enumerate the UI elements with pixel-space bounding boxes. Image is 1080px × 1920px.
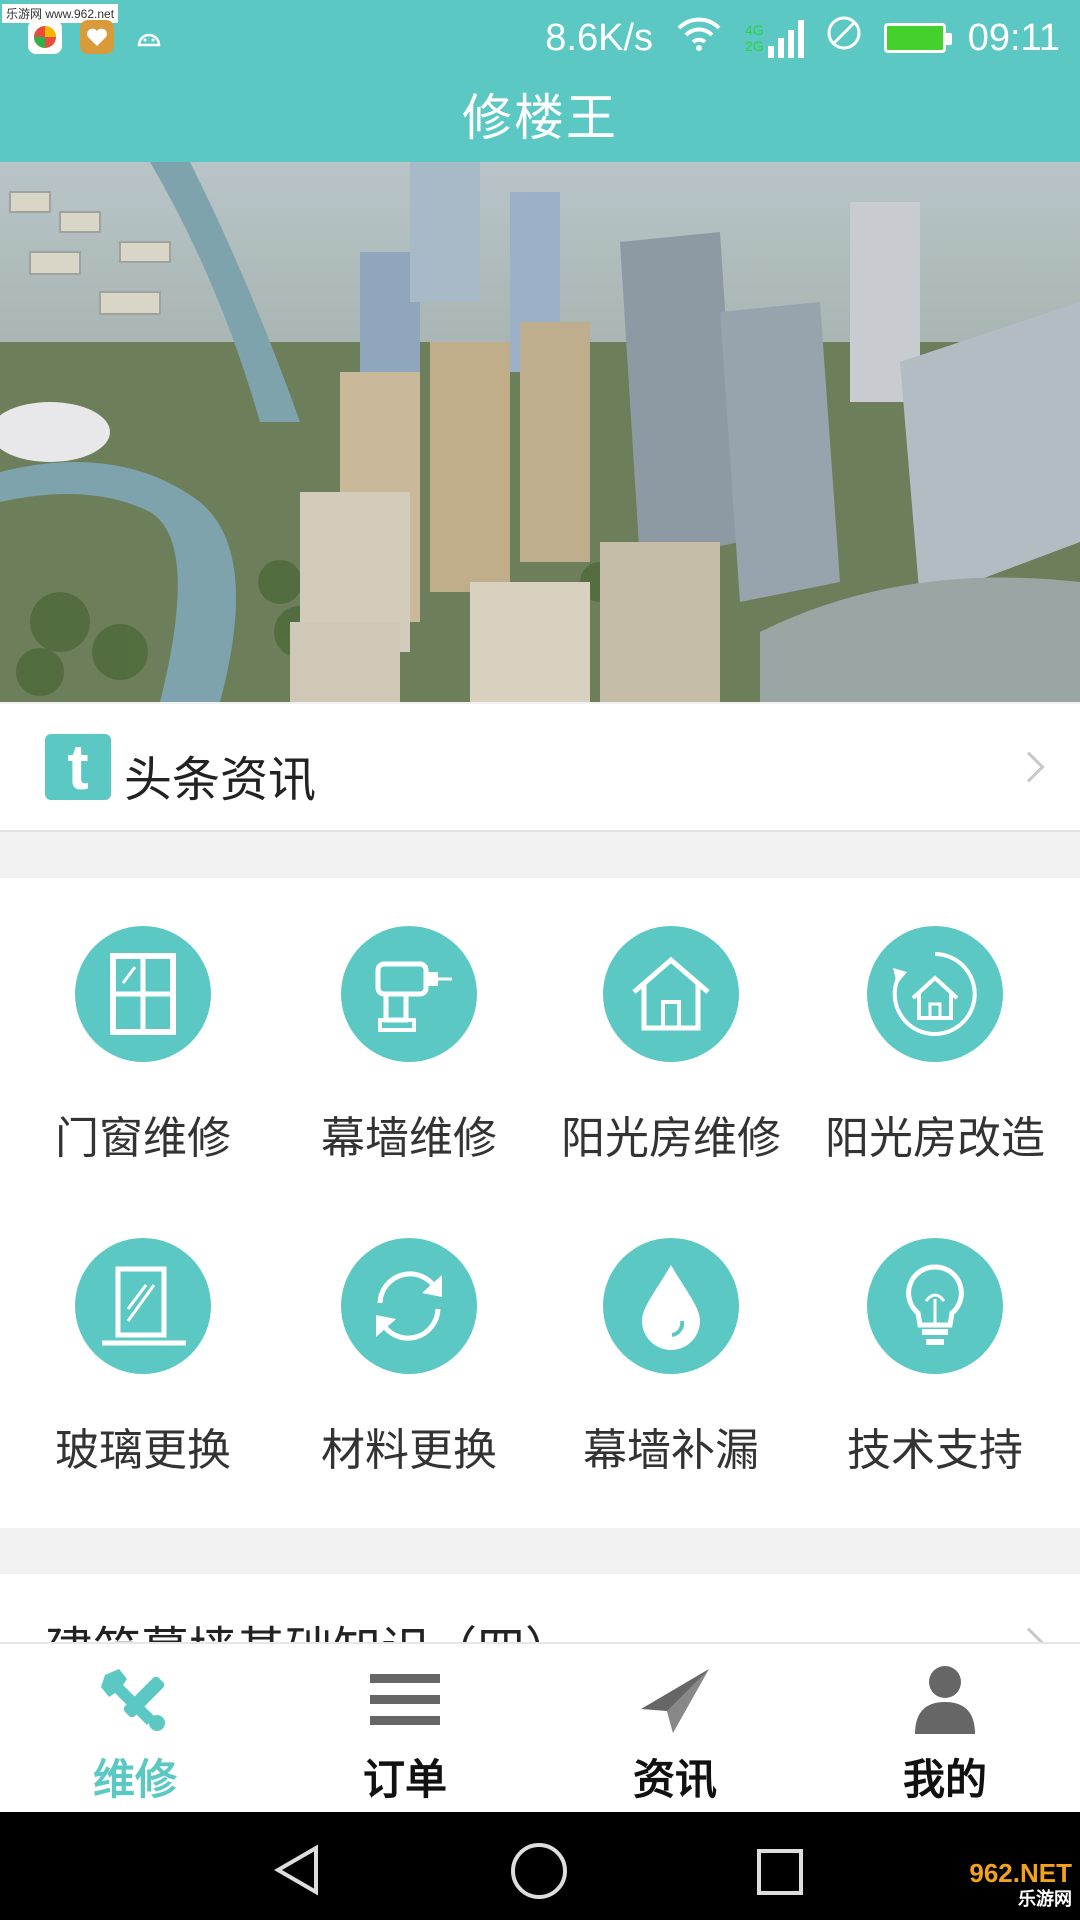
service-material-replacement[interactable]: 材料更换: [274, 1238, 544, 1478]
service-label: 玻璃更换: [55, 1425, 231, 1476]
bottom-navigation: 维修 订单 资讯 我的: [0, 1642, 1080, 1812]
service-label: 技术支持: [847, 1425, 1023, 1476]
banner-image[interactable]: [0, 162, 1080, 702]
refresh-icon: [341, 1238, 477, 1374]
service-grid: 门窗维修 幕墙维修 阳光房维修 阳光房改造 玻璃更换 材料更换 幕墙补漏 技术支…: [0, 878, 1080, 1528]
do-not-disturb-icon: [826, 15, 862, 61]
back-button[interactable]: [272, 1844, 322, 1900]
home-button[interactable]: [510, 1842, 568, 1904]
tab-profile[interactable]: 我的: [810, 1660, 1080, 1807]
drill-icon: [341, 926, 477, 1062]
recent-apps-button[interactable]: [756, 1848, 804, 1900]
headline-label: 头条资讯: [124, 752, 317, 808]
service-glass-replacement[interactable]: 玻璃更换: [8, 1238, 278, 1478]
article-title: 建筑幕墙基础知识（四）: [45, 1610, 573, 1644]
house-icon: [603, 926, 739, 1062]
service-curtain-wall-repair[interactable]: 幕墙维修: [274, 926, 544, 1166]
service-window-repair[interactable]: 门窗维修: [8, 926, 278, 1166]
service-label: 阳光房维修: [561, 1113, 781, 1164]
water-drop-icon: [603, 1238, 739, 1374]
tab-label: 维修: [92, 1755, 177, 1804]
tab-label: 我的: [902, 1755, 987, 1804]
tab-label: 订单: [362, 1755, 447, 1804]
battery-charging-icon: [883, 23, 952, 53]
service-label: 材料更换: [321, 1425, 497, 1476]
house-refresh-icon: [867, 926, 1003, 1062]
app-notification-icon: [28, 20, 62, 54]
service-tech-support[interactable]: 技术支持: [800, 1238, 1070, 1478]
service-label: 幕墙补漏: [583, 1425, 759, 1476]
watermark-logo: 962.NET 乐游网: [969, 1858, 1072, 1909]
tab-repair[interactable]: 维修: [0, 1660, 270, 1807]
top-bar: 乐游网 www.962.net 8.6K/s 4G 2G 09:11 修楼王: [0, 0, 1080, 162]
network-speed: 8.6K/s: [545, 16, 654, 59]
tab-news[interactable]: 资讯: [540, 1660, 810, 1807]
glass-pane-icon: [75, 1238, 211, 1374]
article-row[interactable]: 建筑幕墙基础知识（四）: [0, 1574, 1080, 1644]
tab-orders[interactable]: 订单: [270, 1660, 540, 1807]
status-indicators: 8.6K/s 4G 2G 09:11: [545, 14, 1060, 62]
page-title: 修楼王: [462, 89, 618, 147]
system-navigation-bar: 962.NET 乐游网: [0, 1812, 1080, 1920]
headline-news-row[interactable]: t 头条资讯: [0, 704, 1080, 832]
list-icon: [270, 1660, 540, 1740]
status-notifications: [28, 20, 166, 54]
wrench-icon: [0, 1660, 270, 1740]
window-icon: [75, 926, 211, 1062]
wifi-icon: [675, 14, 723, 62]
android-icon: [132, 20, 166, 54]
headline-logo-icon: t: [45, 734, 111, 800]
paper-plane-icon: [540, 1660, 810, 1740]
person-icon: [810, 1660, 1080, 1740]
tab-label: 资讯: [632, 1755, 717, 1804]
service-label: 门窗维修: [55, 1113, 231, 1164]
health-app-icon: [80, 20, 114, 54]
service-label: 阳光房改造: [825, 1113, 1045, 1164]
chevron-right-icon: [1013, 751, 1045, 783]
service-sunroom-renovation[interactable]: 阳光房改造: [800, 926, 1070, 1166]
service-sunroom-repair[interactable]: 阳光房维修: [536, 926, 806, 1166]
lightbulb-icon: [867, 1238, 1003, 1374]
clock: 09:11: [967, 16, 1060, 59]
cellular-signal-icon: 4G 2G: [745, 18, 804, 58]
service-curtain-wall-leak[interactable]: 幕墙补漏: [536, 1238, 806, 1478]
service-label: 幕墙维修: [321, 1113, 497, 1164]
